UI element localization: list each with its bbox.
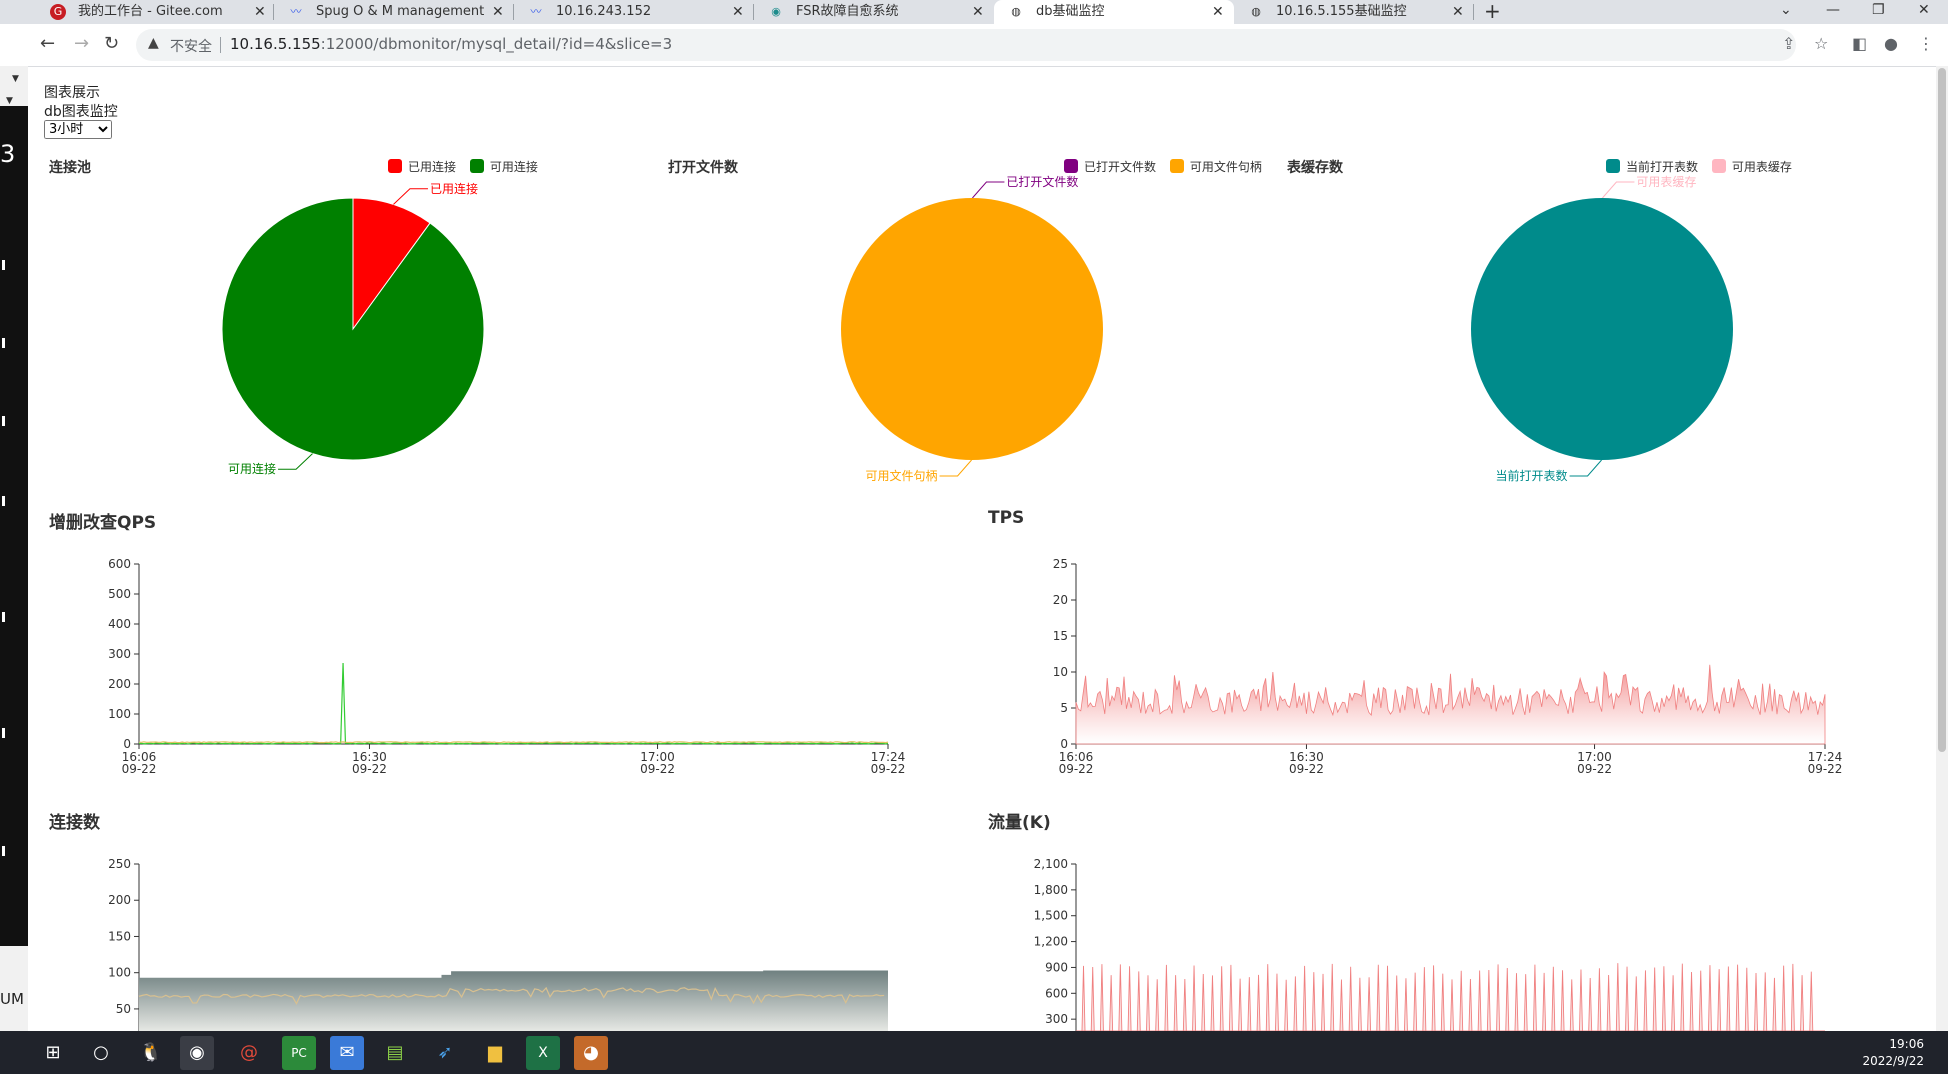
clock-time: 19:06: [1889, 1037, 1924, 1051]
pycharm-icon[interactable]: PC: [282, 1036, 316, 1070]
y-tick-label: 300: [108, 647, 131, 661]
y-tick-label: 20: [1053, 593, 1068, 607]
excel-icon[interactable]: X: [526, 1036, 560, 1070]
notepad-icon[interactable]: ▤: [378, 1036, 412, 1070]
qq-icon[interactable]: 🐧: [134, 1036, 168, 1070]
taskbar: ⊞ ○ 🐧 ◉ @ PC ✉ ▤ ➶ ▆ X ◕ 19:06 2022/9/22: [0, 1031, 1948, 1074]
snail-icon[interactable]: @: [232, 1036, 266, 1070]
wechat-icon[interactable]: ◕: [574, 1036, 608, 1070]
y-tick-label: 0: [1060, 737, 1068, 751]
y-tick-label: 15: [1053, 629, 1068, 643]
y-tick-label: 0: [123, 737, 131, 751]
y-tick-label: 150: [108, 929, 131, 943]
connections-chart: 50 100 150 200 250: [108, 857, 888, 1031]
y-tick-label: 1,500: [1034, 909, 1068, 923]
traffic-chart: 300 600 900 1,200 1,500 1,800 2,100: [1034, 857, 1825, 1032]
y-tick-label: 500: [108, 587, 131, 601]
chrome-icon[interactable]: ◉: [180, 1036, 214, 1070]
x-tick-label: 09-22: [871, 762, 906, 776]
y-tick-label: 600: [108, 557, 131, 571]
connections-area: [139, 970, 888, 1031]
x-tick-label: 09-22: [640, 762, 675, 776]
qps-chart: 010020030040050060016:0609-2216:3009-221…: [108, 557, 905, 776]
x-tick-label: 09-22: [1059, 762, 1094, 776]
y-tick-label: 200: [108, 893, 131, 907]
time-series-charts: 010020030040050060016:0609-2216:3009-221…: [108, 557, 1843, 1032]
bird-icon[interactable]: ➶: [428, 1036, 462, 1070]
qps-series-line: [138, 741, 889, 744]
mail-icon[interactable]: ✉: [330, 1036, 364, 1070]
y-tick-label: 25: [1053, 557, 1068, 571]
tps-area: [1075, 664, 1826, 745]
x-tick-label: 09-22: [1289, 762, 1324, 776]
scrollbar-thumb[interactable]: [1938, 68, 1946, 752]
x-tick-label: 09-22: [1577, 762, 1612, 776]
y-tick-label: 2,100: [1034, 857, 1068, 871]
y-tick-label: 5: [1060, 701, 1068, 715]
traffic-area: [1076, 963, 1825, 1032]
y-tick-label: 600: [1045, 986, 1068, 1000]
y-tick-label: 100: [108, 966, 131, 980]
y-tick-label: 250: [108, 857, 131, 871]
search-icon[interactable]: ○: [84, 1036, 118, 1070]
clock-date: 2022/9/22: [1862, 1054, 1924, 1068]
y-tick-label: 300: [1045, 1012, 1068, 1026]
folder-icon[interactable]: ▆: [478, 1036, 512, 1070]
y-tick-label: 100: [108, 707, 131, 721]
x-tick-label: 09-22: [122, 762, 157, 776]
tps-chart: 051015202516:0609-2216:3009-2217:0009-22…: [1053, 557, 1843, 776]
y-tick-label: 50: [116, 1002, 131, 1016]
x-tick-label: 09-22: [1808, 762, 1843, 776]
y-tick-label: 200: [108, 677, 131, 691]
x-tick-label: 09-22: [352, 762, 387, 776]
y-tick-label: 10: [1053, 665, 1068, 679]
windows-icon[interactable]: ⊞: [36, 1036, 70, 1070]
y-tick-label: 900: [1045, 960, 1068, 974]
y-tick-label: 400: [108, 617, 131, 631]
system-clock[interactable]: 19:06 2022/9/22: [1862, 1036, 1924, 1070]
qps-series-line: [138, 662, 889, 745]
page-scrollbar[interactable]: [1936, 66, 1948, 1031]
y-tick-label: 1,200: [1034, 935, 1068, 949]
y-tick-label: 1,800: [1034, 883, 1068, 897]
